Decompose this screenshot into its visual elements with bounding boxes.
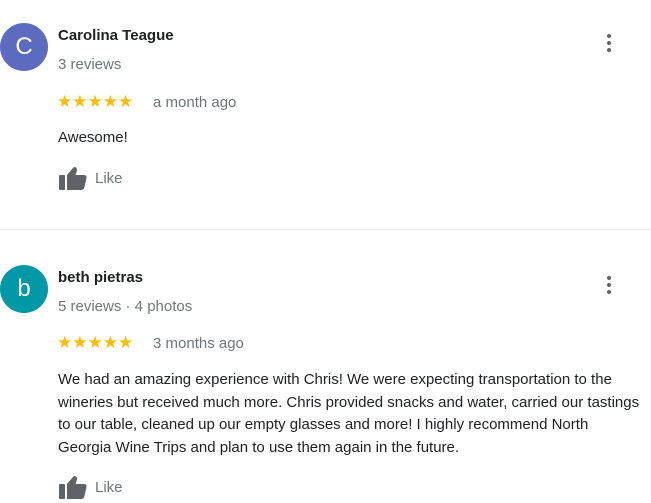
review-text: We had an amazing experience with Chris!… [58,371,640,456]
like-button[interactable]: Like [58,165,123,191]
avatar[interactable]: b [0,265,48,313]
reviewer-name[interactable]: beth pietras [58,269,143,286]
like-label: Like [95,478,123,496]
reviewer-meta: 5 reviews · 4 photos [58,298,193,315]
reviewer-name[interactable]: Carolina Teague [58,27,174,44]
divider [0,229,651,230]
thumbs-up-icon [59,476,87,499]
star-rating: ★★★★★ [57,92,134,111]
more-vert-icon[interactable] [600,276,618,300]
review-date: a month ago [153,94,237,111]
more-vert-icon[interactable] [600,34,618,58]
review-text: Awesome! [58,129,128,146]
reviewer-meta: 3 reviews [58,56,122,73]
like-label: Like [95,169,123,187]
thumbs-up-icon [59,167,87,190]
review-date: 3 months ago [153,335,244,352]
like-button[interactable]: Like [58,474,123,500]
star-rating: ★★★★★ [57,333,134,352]
avatar[interactable]: C [0,23,48,71]
